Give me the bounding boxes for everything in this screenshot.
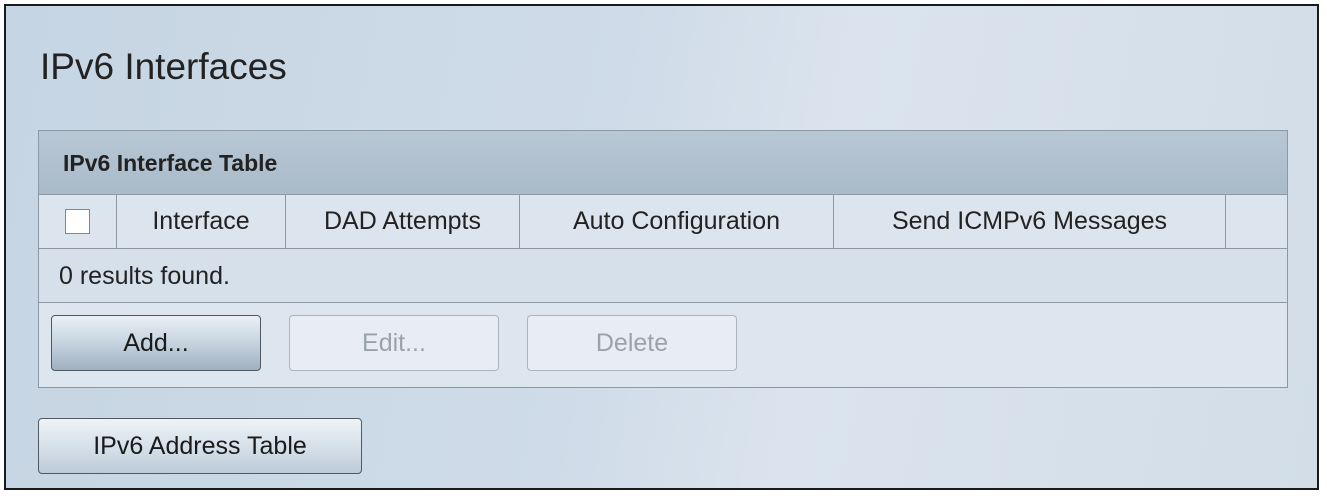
results-count: 0 results found.	[39, 249, 1287, 303]
select-all-checkbox[interactable]	[65, 209, 90, 234]
select-all-cell	[39, 195, 117, 248]
ipv6-address-table-button[interactable]: IPv6 Address Table	[38, 418, 362, 474]
table-action-bar: Add... Edit... Delete	[39, 303, 1287, 387]
table-header-row: Interface DAD Attempts Auto Configuratio…	[39, 195, 1287, 249]
column-header-interface[interactable]: Interface	[117, 195, 286, 248]
add-button[interactable]: Add...	[51, 315, 261, 371]
column-header-auto-configuration[interactable]: Auto Configuration	[520, 195, 834, 248]
edit-button[interactable]: Edit...	[289, 315, 499, 371]
column-header-send-icmpv6-messages[interactable]: Send ICMPv6 Messages	[834, 195, 1226, 248]
page-frame: IPv6 Interfaces IPv6 Interface Table Int…	[4, 4, 1319, 490]
table-caption: IPv6 Interface Table	[39, 131, 1287, 195]
column-header-blank	[1226, 195, 1287, 248]
column-header-dad-attempts[interactable]: DAD Attempts	[286, 195, 520, 248]
delete-button[interactable]: Delete	[527, 315, 737, 371]
ipv6-interface-table: IPv6 Interface Table Interface DAD Attem…	[38, 130, 1288, 388]
page-title: IPv6 Interfaces	[40, 46, 287, 87]
